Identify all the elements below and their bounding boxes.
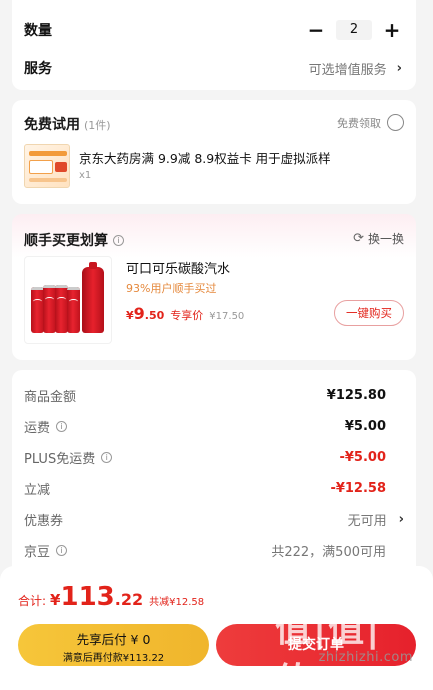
total-saving: 共减¥12.58 — [149, 597, 205, 608]
addon-product-name[interactable]: 可口可乐碳酸汽水 — [126, 258, 230, 277]
addon-recommend-card: 顺手买更划算 i ⟳ 换一换 可口可乐碳酸汽水 93%用户顺手买过 ¥9.50 … — [12, 214, 416, 360]
decrease-button[interactable]: − — [306, 20, 326, 40]
one-click-buy-button[interactable]: 一键购买 — [334, 300, 404, 326]
refresh-icon: ⟳ — [353, 231, 364, 246]
chevron-right-icon: › — [396, 61, 402, 76]
free-claim-toggle[interactable]: 免费领取 — [337, 114, 404, 131]
quantity-service-card: 数量 − 2 + 服务 可选增值服务 › — [12, 0, 416, 90]
summary-row-coupon[interactable]: 优惠券 无可用 › — [24, 510, 404, 529]
service-label: 服务 — [24, 61, 52, 77]
summary-row-goods-amount: 商品金额 ¥125.80 — [24, 386, 386, 405]
summary-row-plus-free-shipping: PLUS免运费 i -¥5.00 — [24, 448, 386, 467]
trial-item-qty: x1 — [79, 170, 92, 181]
info-icon[interactable]: i — [56, 545, 68, 556]
free-trial-title-text: 免费试用 — [24, 117, 80, 133]
trial-item-thumbnail — [24, 144, 70, 188]
addon-price-tag: 专享价 — [170, 309, 204, 322]
addon-price: ¥9.50 专享价 ¥17.50 — [126, 304, 244, 323]
info-icon[interactable]: i — [113, 234, 124, 246]
watermark: 值|值|值 zhizhizhi.com — [275, 600, 425, 690]
quantity-label: 数量 — [24, 23, 52, 39]
free-trial-card: 免费试用 (1件) 免费领取 京东大药房满 9.9减 8.9权益卡 用于虚拟派样 … — [12, 100, 416, 204]
watermark-logo: 值|值|值 — [275, 609, 382, 690]
summary-label: PLUS免运费 — [24, 452, 96, 467]
swap-label: 换一换 — [367, 232, 404, 246]
watermark-url: zhizhizhi.com — [318, 650, 413, 665]
summary-row-jingdou: 京豆 i 共222，满500可用 — [24, 541, 386, 560]
addon-title: 顺手买更划算 i — [24, 230, 124, 250]
summary-value: -¥5.00 — [339, 450, 386, 465]
addon-title-text: 顺手买更划算 — [24, 233, 108, 249]
summary-label: 商品金额 — [24, 390, 77, 405]
free-claim-label: 免费领取 — [337, 116, 381, 130]
summary-row-instant-discount: 立减 -¥12.58 — [24, 479, 386, 498]
radio-button-icon[interactable] — [387, 114, 404, 131]
summary-label: 立减 — [24, 483, 51, 498]
order-total: 合计: ¥ 113 .22 共减¥12.58 — [18, 582, 204, 612]
swap-button[interactable]: ⟳ 换一换 — [353, 230, 404, 247]
summary-value: -¥12.58 — [330, 481, 386, 496]
free-trial-title: 免费试用 (1件) — [24, 114, 111, 134]
quantity-stepper[interactable]: − 2 + — [306, 18, 402, 42]
addon-price-old: ¥17.50 — [209, 311, 245, 322]
addon-price-main: ¥9.50 — [126, 304, 165, 323]
service-value-text: 可选增值服务 — [308, 63, 387, 78]
total-label: 合计: — [18, 594, 47, 608]
summary-label: 优惠券 — [24, 514, 64, 529]
quantity-value[interactable]: 2 — [336, 20, 372, 40]
summary-value: 无可用 — [347, 514, 387, 529]
chevron-right-icon: › — [398, 512, 404, 527]
trial-item-name: 京东大药房满 9.9减 8.9权益卡 用于虚拟派样 — [79, 151, 331, 166]
addon-buy-rate: 93%用户顺手买过 — [126, 282, 217, 295]
checkout-bar: 合计: ¥ 113 .22 共减¥12.58 先享后付 ¥ 0 满意后再付款¥1… — [0, 566, 433, 690]
price-summary-card: 商品金额 ¥125.80 运费 i ¥5.00 PLUS免运费 i -¥5.00 立… — [12, 370, 416, 580]
pay-later-line2: 满意后再付款¥113.22 — [62, 653, 165, 664]
summary-value: ¥125.80 — [326, 388, 386, 403]
coca-cola-product-image[interactable] — [24, 256, 112, 344]
summary-row-shipping: 运费 i ¥5.00 — [24, 417, 386, 436]
total-integer: 113 — [60, 582, 115, 612]
summary-label: 运费 — [24, 421, 51, 436]
service-selector[interactable]: 可选增值服务 › — [309, 59, 402, 78]
info-icon[interactable]: i — [101, 452, 113, 463]
free-trial-count: (1件) — [84, 119, 111, 132]
pay-later-button[interactable]: 先享后付 ¥ 0 满意后再付款¥113.22 — [18, 624, 209, 666]
total-currency: ¥ — [50, 591, 61, 609]
increase-button[interactable]: + — [382, 20, 402, 40]
pay-later-line1: 先享后付 ¥ 0 — [76, 632, 151, 647]
total-decimal: .22 — [114, 590, 144, 609]
info-icon[interactable]: i — [56, 421, 68, 432]
summary-value: 共222，满500可用 — [271, 545, 386, 560]
summary-label: 京豆 — [24, 545, 51, 560]
summary-value: ¥5.00 — [344, 419, 386, 434]
